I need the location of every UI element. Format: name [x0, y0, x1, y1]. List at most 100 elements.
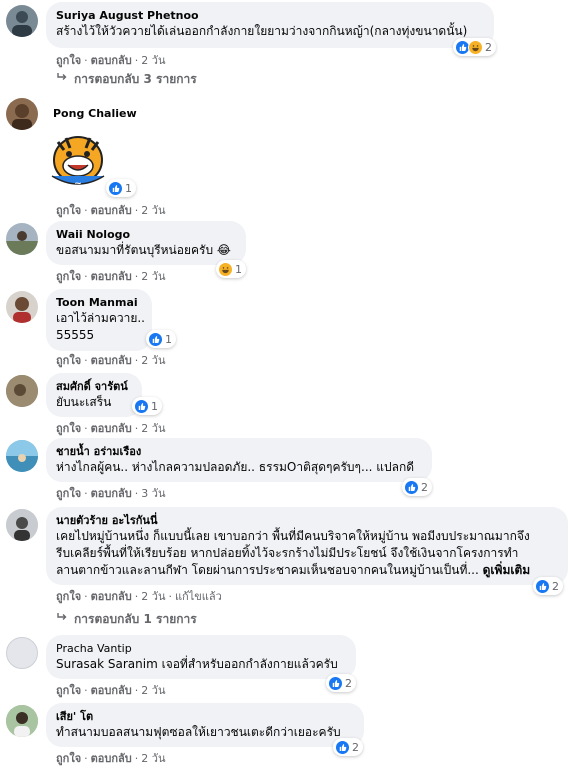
wow-icon [218, 261, 233, 277]
like-icon [535, 578, 550, 594]
comment-text: สร้างไว้ให้วัวควายได้เล่นออกกำลังกายใยยา… [56, 24, 468, 38]
like-button[interactable]: ถูกใจ [56, 487, 81, 500]
reply-button[interactable]: ตอบกลับ [91, 752, 132, 765]
comment-text: ขอสนามมาที่รัตนบุรีหน่อยครับ 😂 [56, 243, 231, 257]
comment-author[interactable]: Toon Manmai [56, 295, 142, 310]
reaction-count: 1 [125, 181, 132, 195]
tiger-sticker-icon: ~ [51, 136, 105, 189]
comment-bubble: เสีย' โต ทำสนามบอลสนามฟุตซอลให้เยาวชนเตะ… [46, 703, 364, 747]
comment-actions: ถูกใจ · ตอบกลับ · 2 วัน [56, 422, 166, 435]
avatar-photo-icon [12, 104, 32, 130]
avatar-photo-icon [13, 297, 31, 323]
comment-author[interactable]: Pong Chaliew [53, 106, 137, 121]
avatar[interactable] [6, 509, 38, 541]
reaction-summary[interactable]: 1 [216, 260, 246, 278]
reply-button[interactable]: ตอบกลับ [91, 54, 132, 67]
comment-author[interactable]: Waii Nologo [56, 227, 236, 242]
like-button[interactable]: ถูกใจ [56, 354, 81, 367]
like-button[interactable]: ถูกใจ [56, 54, 81, 67]
reaction-summary[interactable]: 2 [326, 674, 356, 692]
like-button[interactable]: ถูกใจ [56, 752, 81, 765]
edited-label[interactable]: แก้ไขแล้ว [175, 590, 222, 603]
reaction-count: 2 [421, 480, 428, 494]
reply-button[interactable]: ตอบกลับ [91, 270, 132, 283]
comment-bubble: สมศักดิ์ จารัตน์ ยับนะเสร็น [46, 373, 142, 417]
comment-text: ห่างไกลผู้คน.. ห่างไกลความปลอดภัย.. ธรรม… [56, 460, 415, 474]
tiger-sticker[interactable]: ~ [44, 130, 112, 192]
comment-time[interactable]: 3 วัน [141, 487, 165, 500]
reaction-count: 1 [151, 399, 158, 413]
reaction-summary[interactable]: 2 [533, 577, 563, 595]
comment-time[interactable]: 2 วัน [141, 270, 165, 283]
see-more-link[interactable]: ดูเพิ่มเติม [483, 563, 531, 577]
comment-actions: ถูกใจ · ตอบกลับ · 3 วัน [56, 487, 166, 500]
haha-icon [468, 39, 483, 55]
comment-actions: ถูกใจ · ตอบกลับ · 2 วัน [56, 752, 166, 765]
comment-text: ทำสนามบอลสนามฟุตซอลให้เยาวชนเตะดีกว่าเยอ… [56, 725, 341, 739]
like-button[interactable]: ถูกใจ [56, 590, 81, 603]
avatar-photo-icon [6, 705, 38, 737]
reply-button[interactable]: ตอบกลับ [91, 590, 132, 603]
comment-text: เอาไว้ล่ามควาย.. [56, 311, 145, 325]
comment-author[interactable]: Suriya August Phetnoo [56, 8, 484, 23]
reply-button[interactable]: ตอบกลับ [91, 684, 132, 697]
comment-actions: ถูกใจ · ตอบกลับ · 2 วัน [56, 54, 166, 67]
reaction-summary[interactable]: 2 [453, 38, 496, 56]
reply-button[interactable]: ตอบกลับ [91, 487, 132, 500]
comment-actions: ถูกใจ · ตอบกลับ · 2 วัน · แก้ไขแล้ว [56, 590, 222, 603]
reaction-summary[interactable]: 2 [333, 738, 363, 756]
reaction-count: 2 [552, 579, 559, 593]
comment-author[interactable]: นายตัวร้าย อะไรกันนี่ [56, 513, 558, 528]
avatar[interactable] [6, 440, 38, 472]
comment-time[interactable]: 2 วัน [141, 422, 165, 435]
like-icon [134, 398, 149, 414]
reply-button[interactable]: ตอบกลับ [91, 204, 132, 217]
comment-time[interactable]: 2 วัน [141, 204, 165, 217]
avatar[interactable] [6, 637, 38, 669]
like-icon [148, 331, 163, 347]
comment-author[interactable]: สมศักดิ์ จารัตน์ [56, 379, 132, 394]
comment-text: ยับนะเสร็น [56, 395, 112, 409]
comment-time[interactable]: 2 วัน [141, 590, 165, 603]
like-icon [328, 675, 343, 691]
comment-time[interactable]: 2 วัน [141, 684, 165, 697]
avatar[interactable] [6, 705, 38, 737]
avatar-photo-icon [6, 509, 38, 541]
reply-button[interactable]: ตอบกลับ [91, 422, 132, 435]
comment-bubble: Suriya August Phetnoo สร้างไว้ให้วัวควาย… [46, 2, 494, 48]
view-replies-link[interactable]: การตอบกลับ 1 รายการ [56, 610, 197, 629]
avatar-photo-icon [6, 375, 38, 407]
reaction-count: 1 [165, 332, 172, 346]
reaction-summary[interactable]: 1 [132, 397, 162, 415]
reaction-count: 1 [235, 262, 242, 276]
reaction-count: 2 [485, 40, 492, 54]
like-button[interactable]: ถูกใจ [56, 204, 81, 217]
reaction-summary[interactable]: 1 [106, 179, 136, 197]
avatar[interactable] [6, 375, 38, 407]
comment-bubble: Waii Nologo ขอสนามมาที่รัตนบุรีหน่อยครับ… [46, 221, 246, 265]
reaction-summary[interactable]: 2 [402, 478, 432, 496]
avatar[interactable] [6, 223, 38, 255]
comment-bubble: Pracha Vantip Surasak Saranim เจอที่สำหร… [46, 635, 356, 679]
avatar[interactable] [6, 291, 38, 323]
avatar[interactable] [6, 5, 38, 37]
comment-actions: ถูกใจ · ตอบกลับ · 2 วัน [56, 354, 166, 367]
avatar-photo-icon [6, 440, 38, 472]
like-button[interactable]: ถูกใจ [56, 422, 81, 435]
reaction-count: 2 [345, 676, 352, 690]
comment-author[interactable]: Pracha Vantip [56, 641, 346, 656]
reply-button[interactable]: ตอบกลับ [91, 354, 132, 367]
like-button[interactable]: ถูกใจ [56, 270, 81, 283]
comment-time[interactable]: 2 วัน [141, 354, 165, 367]
reaction-summary[interactable]: 1 [146, 330, 176, 348]
avatar[interactable] [6, 98, 38, 130]
like-button[interactable]: ถูกใจ [56, 684, 81, 697]
view-replies-link[interactable]: การตอบกลับ 3 รายการ [56, 70, 197, 89]
comment-author[interactable]: ชายน้ำ อร่ามเรือง [56, 444, 422, 459]
reply-arrow-icon [56, 71, 68, 86]
comment-author[interactable]: เสีย' โต [56, 709, 354, 724]
comment-actions: ถูกใจ · ตอบกลับ · 2 วัน [56, 270, 166, 283]
comment-time[interactable]: 2 วัน [141, 54, 165, 67]
tagged-user-link[interactable]: Surasak Saranim [56, 657, 158, 671]
comment-time[interactable]: 2 วัน [141, 752, 165, 765]
